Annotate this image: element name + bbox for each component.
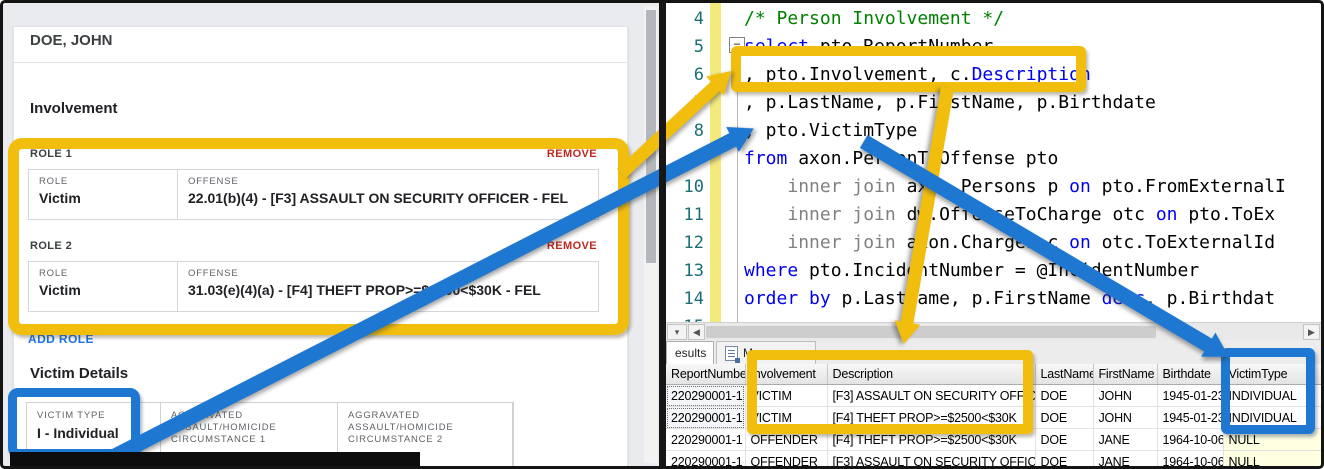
scroll-left-button[interactable]: ◀ (688, 324, 705, 340)
grid-cell[interactable]: JOHN (1093, 406, 1158, 429)
grid-cell[interactable]: 220290001-1 (666, 428, 746, 451)
annotation-yellow-description-box (747, 350, 1033, 434)
messages-icon (725, 345, 740, 363)
grid-cell[interactable]: DOE (1035, 384, 1094, 407)
grid-cell[interactable]: NULL (1223, 450, 1324, 467)
grid-cell[interactable]: JANE (1093, 428, 1158, 451)
title-divider (13, 62, 626, 63)
victim-details-heading: Victim Details (30, 365, 129, 382)
grid-row: 220290001-1 OFFENDER [F3] ASSAULT ON SECUR… (666, 450, 1324, 467)
sql-line-8: 8 , pto.VictimType (666, 117, 1321, 145)
sql-line-9: 9 from axon.PersonToOffense pto (666, 145, 1321, 173)
grid-cell[interactable]: 1945-01-23 (1157, 406, 1224, 429)
line-number: 13 (683, 261, 704, 281)
line-number: 5 (693, 37, 704, 57)
grid-cell[interactable]: JANE (1093, 450, 1158, 467)
splitter-dropdown-button[interactable]: ▾ (667, 324, 687, 340)
grid-cell[interactable]: DOE (1035, 450, 1094, 467)
grid-cell[interactable]: 1964-10-06 (1157, 450, 1224, 467)
person-name-title: DOE, JOHN (30, 32, 113, 49)
grid-cell[interactable]: OFFENDER (745, 450, 828, 467)
sql-line-10: 10 inner join axon.Persons p on pto.From… (666, 173, 1321, 201)
grid-cell[interactable]: DOE (1035, 406, 1094, 429)
sql-line-7: 7 , p.LastName, p.FirstName, p.Birthdate (666, 89, 1321, 117)
grid-cell[interactable]: JOHN (1093, 384, 1158, 407)
annotation-black-underline (10, 452, 420, 467)
involvement-heading: Involvement (30, 100, 118, 117)
line-number: 11 (683, 205, 704, 225)
grid-cell[interactable]: [F3] ASSAULT ON SECURITY OFFICER (827, 450, 1036, 467)
line-number: 15 (666, 313, 704, 322)
annotation-yellow-sqlline-box (731, 46, 1086, 92)
grid-cell[interactable]: 1964-10-06 (1157, 428, 1224, 451)
sql-line-15: 15 (666, 313, 1321, 322)
col-lastname[interactable]: LastName (1035, 364, 1094, 385)
annotation-blue-victimtype-column-box (1221, 348, 1315, 434)
sql-line-13: 13 where pto.IncidentNumber = @IncidentN… (666, 257, 1321, 285)
line-number: 12 (683, 233, 704, 253)
grid-cell[interactable]: 220290001-1 (666, 450, 746, 467)
scroll-right-button[interactable]: ▶ (1303, 324, 1320, 340)
hscrollbar-thumb[interactable] (706, 326, 1156, 338)
line-number: 14 (683, 289, 704, 309)
sql-line-4: 4 /* Person Involvement */ (666, 5, 1321, 33)
panel-divider (659, 0, 666, 469)
screenshot-stage: DOE, JOHN ∨ACTIONS Involvement ROLE 1 RE… (0, 0, 1324, 469)
line-number: 4 (693, 9, 704, 29)
sql-line-14: 14 order by p.LastName, p.FirstName desc… (666, 285, 1321, 313)
col-firstname[interactable]: FirstName (1093, 364, 1158, 385)
results-tab-label: esults (675, 346, 707, 360)
agg-circumstance-2-label: AGGRAVATED ASSAULT/HOMICIDE CIRCUMSTANCE… (348, 410, 454, 445)
grid-cell[interactable]: 220290001-1 (666, 406, 746, 429)
grid-cell[interactable]: 1945-01-23 (1157, 384, 1224, 407)
grid-cell[interactable]: 220290001-1 (666, 384, 746, 407)
col-reportnumber[interactable]: ReportNumber (666, 364, 746, 385)
tab-results[interactable]: esults (666, 341, 714, 364)
col-birthdate[interactable]: Birthdate (1157, 364, 1224, 385)
grid-cell[interactable]: DOE (1035, 428, 1094, 451)
